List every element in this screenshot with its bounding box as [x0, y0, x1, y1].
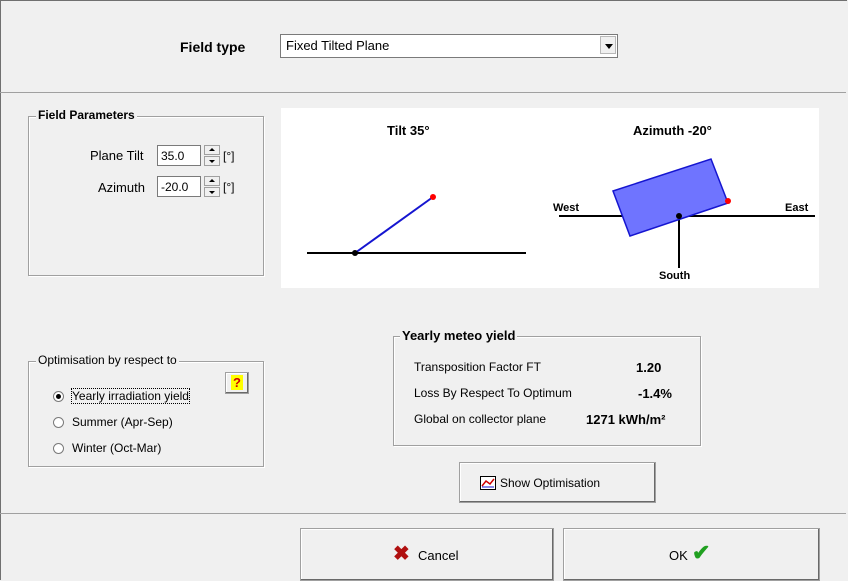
- show-optimisation-button[interactable]: Show Optimisation: [459, 462, 656, 503]
- plane-tilt-value: 35.0: [161, 149, 185, 163]
- dialog-frame: [0, 0, 847, 580]
- radio-summer[interactable]: [53, 417, 64, 428]
- ok-label: OK: [669, 548, 688, 563]
- chart-icon: [480, 476, 496, 490]
- meteo-row-value: 1.20: [636, 360, 662, 375]
- plane-tilt-spinner[interactable]: [204, 145, 220, 166]
- field-parameters-group: [28, 116, 264, 276]
- help-button[interactable]: ?: [225, 372, 249, 394]
- check-icon: ✔: [692, 540, 711, 565]
- azimuth-title: Azimuth -20°: [633, 123, 712, 138]
- spin-up-icon[interactable]: [204, 176, 220, 186]
- ok-button[interactable]: OK ✔: [563, 528, 820, 581]
- meteo-title: Yearly meteo yield: [400, 328, 518, 343]
- optimisation-title: Optimisation by respect to: [36, 353, 179, 367]
- plane-tilt-input[interactable]: 35.0: [157, 145, 201, 166]
- option-summer-label[interactable]: Summer (Apr-Sep): [72, 415, 173, 429]
- radio-winter[interactable]: [53, 443, 64, 454]
- west-label: West: [553, 202, 580, 214]
- meteo-row-value: 1271 kWh/m²: [586, 412, 666, 427]
- orientation-diagram: Tilt 35° Azimuth -20° West East South: [281, 108, 819, 288]
- azimuth-tip-marker: [725, 198, 731, 204]
- option-yearly-label[interactable]: Yearly irradiation yield: [71, 388, 190, 404]
- south-label: South: [659, 270, 691, 282]
- cancel-button[interactable]: ✖ Cancel: [300, 528, 554, 581]
- azimuth-input[interactable]: -20.0: [157, 176, 201, 197]
- meteo-row-label: Transposition Factor FT: [414, 360, 541, 374]
- chevron-down-icon[interactable]: [600, 36, 616, 54]
- field-type-value: Fixed Tilted Plane: [286, 38, 390, 53]
- plane-tilt-label: Plane Tilt: [90, 148, 144, 163]
- tilt-title: Tilt 35°: [387, 123, 430, 138]
- azimuth-label: Azimuth: [98, 180, 145, 195]
- radio-yearly[interactable]: [53, 391, 64, 402]
- bottom-divider: [0, 513, 846, 514]
- spin-down-icon[interactable]: [204, 187, 220, 197]
- plane-tilt-unit: [°]: [223, 149, 235, 163]
- show-optimisation-label: Show Optimisation: [500, 476, 601, 490]
- cancel-label: Cancel: [418, 548, 459, 563]
- azimuth-value: -20.0: [161, 180, 189, 194]
- azimuth-pivot-marker: [676, 213, 682, 219]
- azimuth-unit: [°]: [223, 180, 235, 194]
- top-divider: [0, 92, 846, 93]
- azimuth-spinner[interactable]: [204, 176, 220, 197]
- field-type-select[interactable]: Fixed Tilted Plane: [280, 34, 618, 58]
- tilt-tip-marker: [430, 194, 436, 200]
- field-parameters-title: Field Parameters: [36, 108, 137, 122]
- option-winter-label[interactable]: Winter (Oct-Mar): [72, 441, 161, 455]
- spin-up-icon[interactable]: [204, 145, 220, 155]
- meteo-row-label: Loss By Respect To Optimum: [414, 386, 572, 400]
- close-icon: ✖: [393, 543, 410, 565]
- azimuth-plane-rect: [612, 158, 729, 237]
- east-label: East: [785, 202, 809, 214]
- spin-down-icon[interactable]: [204, 156, 220, 166]
- field-type-label: Field type: [180, 39, 246, 55]
- tilt-plane-line: [354, 196, 434, 254]
- tilt-pivot-marker: [352, 250, 358, 256]
- help-icon: ?: [231, 375, 243, 390]
- meteo-row-label: Global on collector plane: [414, 412, 547, 426]
- meteo-row-value: -1.4%: [638, 386, 672, 401]
